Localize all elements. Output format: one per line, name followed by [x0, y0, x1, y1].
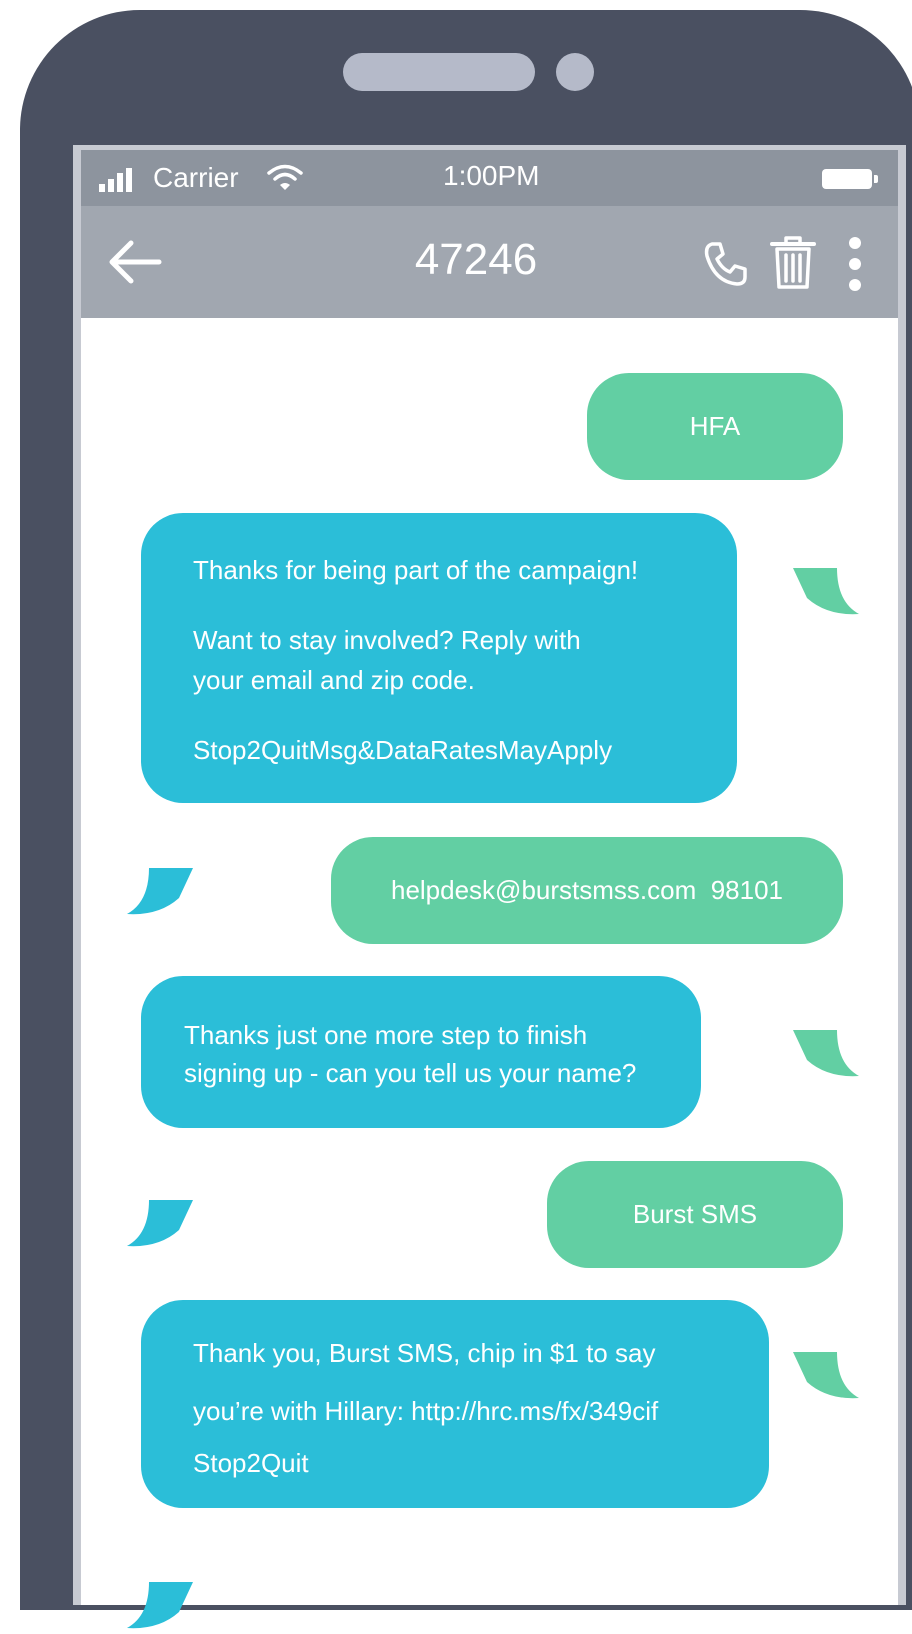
bubble-tail	[127, 868, 193, 915]
arrow-left-icon[interactable]	[107, 237, 163, 287]
message-text: Thanks for being part of the campaign!	[193, 555, 639, 585]
sent-message-bubble: Burst SMS	[547, 1161, 843, 1268]
front-camera	[556, 53, 594, 91]
bubble-tail	[793, 1030, 859, 1077]
phone-icon[interactable]	[701, 240, 749, 288]
more-vertical-icon[interactable]	[847, 236, 863, 292]
received-message-bubble: Thanks for being part of the campaign! W…	[141, 513, 737, 803]
sent-message-bubble: helpdesk@burstsmss.com 98101	[331, 837, 843, 944]
message-text: Thanks just one more step to finish	[184, 1020, 588, 1050]
trash-icon[interactable]	[769, 236, 817, 290]
screen: Carrier 1:00PM 47246 HFA Thanks for bein…	[81, 150, 898, 1629]
message-text: your email and zip code.	[193, 665, 475, 695]
message-text: helpdesk@burstsmss.com 98101	[390, 875, 784, 905]
message-text: Stop2Quit	[193, 1448, 309, 1478]
battery-tip	[874, 175, 878, 183]
signal-icon	[99, 168, 139, 192]
status-bar: Carrier 1:00PM	[81, 150, 898, 206]
message-text: Thank you, Burst SMS, chip in $1 to say	[193, 1338, 656, 1368]
wifi-icon	[267, 164, 303, 190]
message-text: HFA	[689, 411, 741, 441]
received-message-bubble: Thank you, Burst SMS, chip in $1 to say …	[141, 1300, 769, 1508]
screen-bezel: Carrier 1:00PM 47246 HFA Thanks for bein…	[73, 145, 906, 1629]
received-message-bubble: Thanks just one more step to finish sign…	[141, 976, 701, 1128]
message-text: signing up - can you tell us your name?	[184, 1058, 637, 1088]
speaker-grille	[343, 53, 535, 91]
conversation-title: 47246	[414, 235, 538, 284]
carrier-name: Carrier	[153, 162, 239, 193]
status-time: 1:00PM	[443, 160, 540, 191]
message-text: you’re with Hillary: http://hrc.ms/fx/34…	[193, 1396, 659, 1426]
message-text: Stop2QuitMsg&DataRatesMayApply	[193, 735, 613, 765]
bubble-tail	[127, 1582, 193, 1629]
conversation-header: 47246	[81, 206, 898, 318]
bubble-tail	[793, 1352, 859, 1399]
sent-message-bubble: HFA	[587, 373, 843, 480]
message-text: Burst SMS	[632, 1199, 758, 1229]
phone-frame: Carrier 1:00PM 47246 HFA Thanks for bein…	[20, 10, 912, 1629]
battery-icon	[822, 169, 872, 189]
bubble-tail	[793, 568, 859, 615]
bubble-tail	[127, 1200, 193, 1247]
message-text: Want to stay involved? Reply with	[193, 625, 581, 655]
